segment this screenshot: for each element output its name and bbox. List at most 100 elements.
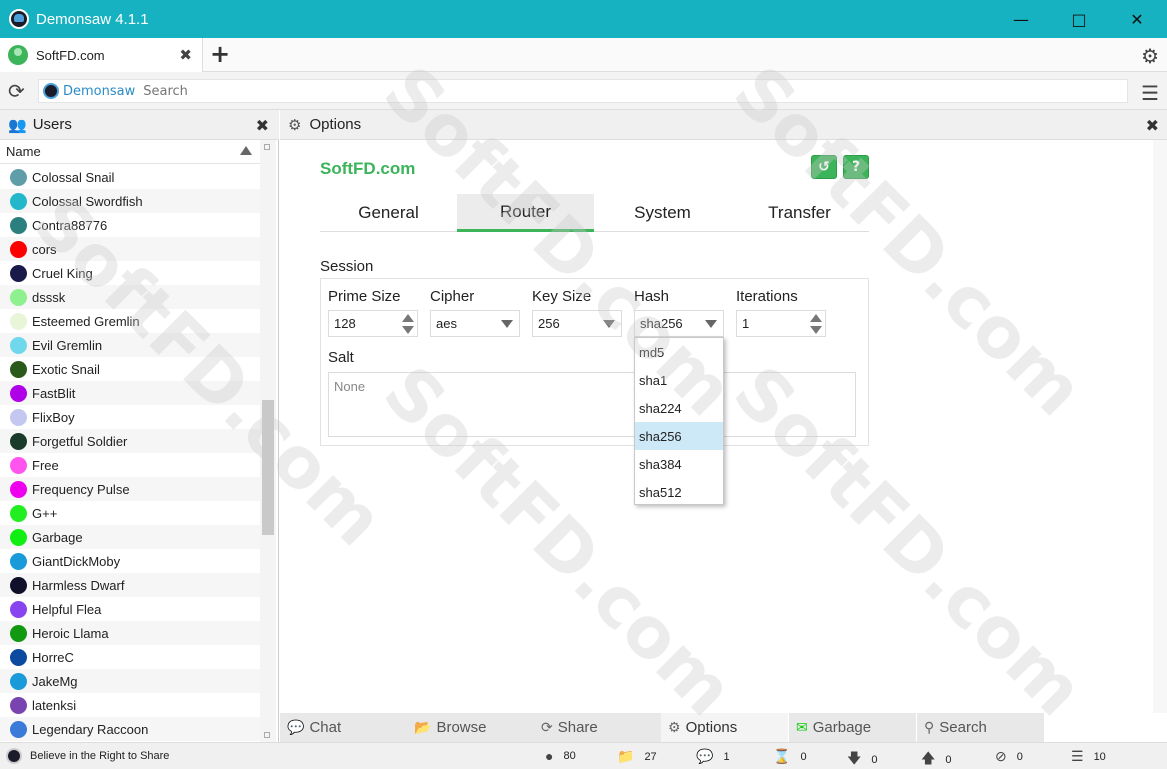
name-column-header[interactable]: Name <box>0 140 260 164</box>
user-row[interactable]: Legendary Raccoon <box>0 717 260 741</box>
user-row[interactable]: Frequency Pulse <box>0 477 260 501</box>
user-row[interactable]: Free <box>0 453 260 477</box>
share-icon: ⟳ <box>541 719 553 735</box>
salt-textarea[interactable]: None <box>328 372 856 437</box>
tab-browse[interactable]: 📂 Browse <box>407 713 534 742</box>
tab-general[interactable]: General <box>320 194 457 232</box>
user-row[interactable]: HorreC <box>0 645 260 669</box>
user-avatar-icon <box>10 408 27 426</box>
user-row[interactable]: dsssk <box>0 285 260 309</box>
close-options-icon[interactable]: ✖ <box>1146 116 1159 135</box>
address-field[interactable]: Demonsaw <box>38 79 1128 103</box>
user-row[interactable]: Contra88776 <box>0 213 260 237</box>
tab-options[interactable]: ⚙ Options <box>661 713 788 742</box>
user-row[interactable]: G++ <box>0 501 260 525</box>
user-name: Garbage <box>32 529 83 545</box>
user-name: Esteemed Gremlin <box>32 313 140 329</box>
user-name: cors <box>32 241 57 257</box>
errors-count: 0 <box>1016 750 1023 763</box>
options-scrollbar[interactable] <box>1153 140 1167 713</box>
column-label: Name <box>6 144 41 159</box>
user-name: Colossal Snail <box>32 169 115 185</box>
user-avatar-icon <box>10 648 27 666</box>
hash-dropdown-list: md5 sha1 sha224 sha256 sha384 sha512 <box>634 337 724 505</box>
cipher-label: Cipher <box>430 288 475 305</box>
spinner-icon[interactable] <box>810 313 822 335</box>
add-tab-icon[interactable]: + <box>208 42 232 66</box>
tab-softfd[interactable]: SoftFD.com ✖ <box>0 38 203 72</box>
status-pending: ⌛ 0 <box>773 748 807 765</box>
hash-option-md5[interactable]: md5 <box>635 338 723 366</box>
user-row[interactable]: JakeMg <box>0 669 260 693</box>
options-title: Options <box>309 116 362 133</box>
chevron-down-icon[interactable] <box>705 320 717 328</box>
iterations-stepper[interactable]: 1 <box>736 310 826 337</box>
user-list: Colossal Snail Colossal Swordfish Contra88… <box>0 165 260 741</box>
user-row[interactable]: Harmless Dwarf <box>0 573 260 597</box>
user-avatar-icon <box>10 312 27 330</box>
chevron-down-icon[interactable] <box>501 320 513 328</box>
user-avatar-icon <box>10 240 27 258</box>
hash-select[interactable]: sha256 <box>634 310 724 337</box>
status-chats: 💬 1 <box>696 748 730 765</box>
user-row[interactable]: FastBlit <box>0 381 260 405</box>
tab-share[interactable]: ⟳ Share <box>534 713 661 742</box>
breadcrumb[interactable]: Demonsaw <box>63 84 135 99</box>
close-button[interactable]: ✕ <box>1108 0 1166 38</box>
key-size-select[interactable]: 256 <box>532 310 622 337</box>
user-row[interactable]: GiantDickMoby <box>0 549 260 573</box>
user-row[interactable]: Cruel King <box>0 261 260 285</box>
maximize-button[interactable]: □ <box>1050 0 1108 38</box>
user-row[interactable]: FlixBoy <box>0 405 260 429</box>
tab-router[interactable]: Router <box>457 194 594 232</box>
gear-icon[interactable]: ⚙ <box>1141 44 1159 68</box>
scrollbar-thumb[interactable] <box>262 400 274 535</box>
reset-button[interactable]: ↺ <box>811 155 837 179</box>
user-avatar-icon <box>10 432 27 450</box>
tab-system[interactable]: System <box>594 194 731 232</box>
hash-option-sha512[interactable]: sha512 <box>635 478 723 506</box>
user-row[interactable]: cors <box>0 237 260 261</box>
user-avatar-icon <box>10 720 27 738</box>
tab-transfer[interactable]: Transfer <box>731 194 868 232</box>
status-uploads: 🡅 0 <box>921 748 952 769</box>
cipher-select[interactable]: aes <box>430 310 520 337</box>
menu-icon[interactable]: ☰ <box>1141 81 1159 105</box>
user-row[interactable]: Evil Gremlin <box>0 333 260 357</box>
refresh-icon[interactable]: ⟳ <box>8 79 25 103</box>
user-row[interactable]: Garbage <box>0 525 260 549</box>
chevron-down-icon[interactable] <box>603 320 615 328</box>
tab-search[interactable]: ⚲ Search <box>917 713 1044 742</box>
users-scrollbar[interactable] <box>260 140 276 742</box>
tab-garbage[interactable]: ✉ Garbage <box>789 713 916 742</box>
user-row[interactable]: Colossal Swordfish <box>0 189 260 213</box>
hash-option-sha1[interactable]: sha1 <box>635 366 723 394</box>
hash-option-sha256[interactable]: sha256 <box>635 422 723 450</box>
minimize-button[interactable]: — <box>992 0 1050 38</box>
close-tab-icon[interactable]: ✖ <box>179 46 192 64</box>
spinner-icon[interactable] <box>402 313 414 335</box>
scroll-up-icon[interactable] <box>264 144 270 150</box>
user-row[interactable]: latenksi <box>0 693 260 717</box>
help-button[interactable]: ? <box>843 155 869 179</box>
tab-chat[interactable]: 💬 Chat <box>280 713 407 742</box>
user-row[interactable]: Helpful Flea <box>0 597 260 621</box>
hash-option-sha384[interactable]: sha384 <box>635 450 723 478</box>
close-users-icon[interactable]: ✖ <box>256 116 269 135</box>
hash-option-sha224[interactable]: sha224 <box>635 394 723 422</box>
user-row[interactable]: Exotic Snail <box>0 357 260 381</box>
hash-label: Hash <box>634 288 670 305</box>
chat-icon: 💬 <box>287 719 305 735</box>
sort-ascending-icon[interactable] <box>240 146 252 155</box>
user-name: Helpful Flea <box>32 601 102 617</box>
user-row[interactable]: Colossal Snail <box>0 165 260 189</box>
user-row[interactable]: Forgetful Soldier <box>0 429 260 453</box>
user-row[interactable]: Esteemed Gremlin <box>0 309 260 333</box>
prime-size-value: 128 <box>334 316 356 331</box>
search-input[interactable] <box>143 83 544 99</box>
envelope-icon: ✉ <box>796 719 808 735</box>
user-avatar-icon <box>10 192 27 210</box>
scroll-down-icon[interactable] <box>264 732 270 738</box>
user-row[interactable]: Heroic Llama <box>0 621 260 645</box>
prime-size-stepper[interactable]: 128 <box>328 310 418 337</box>
